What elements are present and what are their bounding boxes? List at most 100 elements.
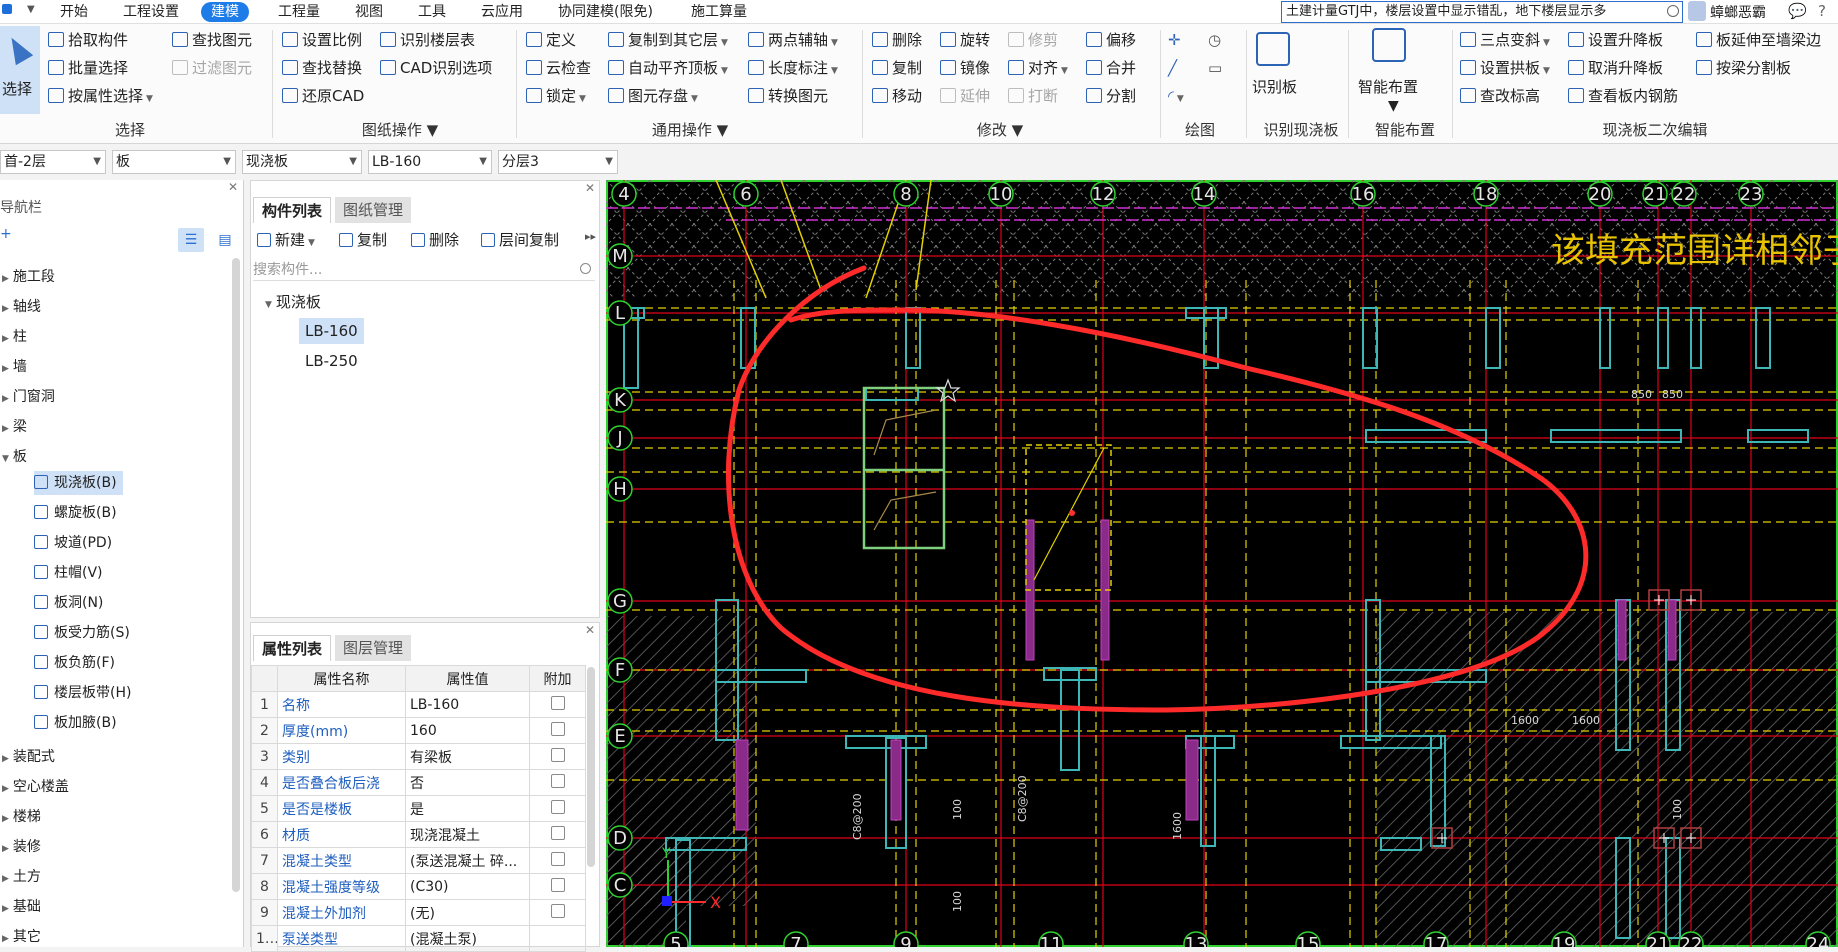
close-icon[interactable]: ✕ bbox=[585, 181, 595, 195]
table-row[interactable]: 10 泵送类型 (混凝土泵) bbox=[251, 925, 586, 952]
extra-checkbox[interactable] bbox=[550, 851, 565, 866]
property-value[interactable]: (混凝土泵) bbox=[405, 925, 530, 952]
extra-checkbox[interactable] bbox=[550, 773, 565, 788]
cad-drawing-canvas[interactable]: 4 6 8 10 12 14 16 18 20 21 22 23 5 7 9 11 13 15 17 19 21 22 24… bbox=[606, 180, 1838, 947]
avatar[interactable] bbox=[1688, 1, 1706, 21]
copy-component-button[interactable]: 复制 bbox=[339, 228, 387, 252]
chat-icon[interactable]: 💬 bbox=[1788, 2, 1807, 20]
more-icon[interactable]: ▸▸ bbox=[585, 230, 596, 243]
copy-button[interactable]: 复制 bbox=[872, 56, 922, 80]
convert-element-button[interactable]: 转换图元 bbox=[748, 84, 828, 108]
draw-arc-button[interactable]: ◜ ▼ bbox=[1168, 84, 1184, 108]
tree-item-lb250[interactable]: LB-250 bbox=[299, 348, 364, 374]
align-button[interactable]: 对齐 ▼ bbox=[1008, 56, 1068, 80]
component-search-input[interactable]: 搜索构件... bbox=[253, 259, 595, 281]
nav-category-earthwork[interactable]: ▶ 土方 bbox=[2, 866, 41, 886]
table-row[interactable]: 9 混凝土外加剂 (无) bbox=[251, 899, 586, 926]
nav-category-beam[interactable]: ▶ 梁 bbox=[2, 416, 27, 436]
nav-category-other[interactable]: ▶ 其它 bbox=[2, 926, 41, 946]
menu-collab[interactable]: 协同建模(限免) bbox=[558, 2, 653, 22]
property-value[interactable]: (泵送混凝土 碎... bbox=[405, 847, 530, 874]
search-icon[interactable] bbox=[580, 263, 591, 274]
recognize-floor-table-button[interactable]: 识别楼层表 bbox=[380, 28, 475, 52]
table-row[interactable]: 4 是否叠合板后浇否 bbox=[251, 769, 586, 796]
menu-project-settings[interactable]: 工程设置 bbox=[123, 2, 179, 22]
tree-item-lb160[interactable]: LB-160 bbox=[299, 318, 364, 344]
restore-cad-button[interactable]: 还原CAD bbox=[282, 84, 364, 108]
draw-rect-button[interactable]: ▭ bbox=[1208, 56, 1222, 80]
extra-checkbox[interactable] bbox=[550, 799, 565, 814]
floor-copy-button[interactable]: 层间复制 bbox=[481, 228, 559, 252]
property-value[interactable]: 有梁板 bbox=[405, 743, 530, 770]
nav-category-hollow-floor[interactable]: ▶ 空心楼盖 bbox=[2, 776, 69, 796]
menu-quantity[interactable]: 工程量 bbox=[278, 2, 320, 22]
table-row[interactable]: 7 混凝土类型 (泵送混凝土 碎... bbox=[251, 847, 586, 874]
type-select[interactable]: 现浇板 ▼ bbox=[242, 150, 362, 174]
extra-checkbox[interactable] bbox=[550, 877, 565, 892]
find-replace-button[interactable]: 查找替换 bbox=[282, 56, 362, 80]
select-button[interactable]: 选择 bbox=[0, 26, 40, 114]
extra-checkbox[interactable] bbox=[550, 695, 565, 710]
break-button[interactable]: 打断 bbox=[1008, 84, 1058, 108]
table-row[interactable]: 2 厚度(mm) 160 bbox=[251, 717, 586, 744]
cancel-raise-slab-button[interactable]: 取消升降板 bbox=[1568, 56, 1663, 80]
menu-tools[interactable]: 工具 bbox=[418, 2, 446, 22]
app-logo-icon[interactable] bbox=[2, 4, 12, 14]
copy-to-floor-button[interactable]: 复制到其它层 ▼ bbox=[608, 28, 728, 52]
three-point-slope-button[interactable]: 三点变斜 ▼ bbox=[1460, 28, 1550, 52]
nav-expand-icon[interactable]: + bbox=[0, 226, 12, 242]
extend-to-wall-button[interactable]: 板延伸至墙梁边 bbox=[1696, 28, 1821, 52]
split-by-beam-button[interactable]: 按梁分割板 bbox=[1696, 56, 1791, 80]
new-component-button[interactable]: 新建 ▼ bbox=[257, 228, 315, 252]
nav-category-stairs[interactable]: ▶ 楼梯 bbox=[2, 806, 41, 826]
set-scale-button[interactable]: 设置比例 bbox=[282, 28, 362, 52]
property-value[interactable]: 现浇混凝土 bbox=[405, 821, 530, 848]
help-icon[interactable]: ? bbox=[1818, 2, 1826, 20]
cad-drawing[interactable]: 4 6 8 10 12 14 16 18 20 21 22 23 5 7 9 11 13 15 17 19 21 22 24… bbox=[606, 180, 1838, 947]
tab-property-list[interactable]: 属性列表 bbox=[253, 635, 332, 661]
nav-category-column[interactable]: ▶ 柱 bbox=[2, 326, 27, 346]
nav-scrollbar[interactable] bbox=[232, 258, 240, 892]
delete-button[interactable]: 删除 bbox=[872, 28, 922, 52]
nav-category-openings[interactable]: ▶ 门窗洞 bbox=[2, 386, 55, 406]
table-row[interactable]: 3 类别 有梁板 bbox=[251, 743, 586, 770]
filter-element-button[interactable]: 过滤图元 bbox=[172, 56, 252, 80]
define-button[interactable]: 定义 bbox=[526, 28, 576, 52]
draw-line-button[interactable]: ╱ bbox=[1168, 56, 1177, 80]
nav-category-decoration[interactable]: ▶ 装修 bbox=[2, 836, 41, 856]
nav-category-axis[interactable]: ▶ 轴线 bbox=[2, 296, 41, 316]
nav-category-foundation[interactable]: ▶ 基础 bbox=[2, 896, 41, 916]
nav-category-segment[interactable]: ▶ 施工段 bbox=[2, 266, 55, 286]
close-icon[interactable]: ✕ bbox=[228, 180, 238, 194]
extra-checkbox[interactable] bbox=[550, 903, 565, 918]
move-button[interactable]: 移动 bbox=[872, 84, 922, 108]
extra-checkbox[interactable] bbox=[550, 721, 565, 736]
table-row[interactable]: 1 名称 LB-160 bbox=[251, 691, 586, 718]
nav-category-slab[interactable]: ▼ 板 bbox=[2, 446, 27, 466]
tab-component-list[interactable]: 构件列表 bbox=[253, 197, 332, 223]
nav-item-slab-haunch[interactable]: 板加腋(B) bbox=[34, 711, 123, 735]
draw-point-button[interactable]: ✛ bbox=[1168, 28, 1181, 52]
username[interactable]: 蟑螂恶霸 bbox=[1710, 2, 1766, 22]
lock-button[interactable]: 锁定 ▼ bbox=[526, 84, 586, 108]
property-value[interactable]: (C30) bbox=[405, 873, 530, 900]
nav-category-wall[interactable]: ▶ 墙 bbox=[2, 356, 27, 376]
delete-component-button[interactable]: 删除 bbox=[411, 228, 459, 252]
tree-root-cast-slab[interactable]: ▼ 现浇板 bbox=[265, 291, 321, 312]
length-mark-button[interactable]: 长度标注 ▼ bbox=[748, 56, 838, 80]
nav-item-floor-band[interactable]: 楼层板带(H) bbox=[34, 681, 137, 705]
nav-item-column-cap[interactable]: 柱帽(V) bbox=[34, 561, 109, 585]
app-menu-caret-icon[interactable]: ▼ bbox=[27, 4, 35, 15]
floor-select[interactable]: 首-2层 ▼ bbox=[0, 150, 106, 174]
category-select[interactable]: 板 ▼ bbox=[112, 150, 236, 174]
mirror-button[interactable]: 镜像 bbox=[940, 56, 990, 80]
extend-button[interactable]: 延伸 bbox=[940, 84, 990, 108]
menu-cloud[interactable]: 云应用 bbox=[481, 2, 523, 22]
rotate-button[interactable]: 旋转 bbox=[940, 28, 990, 52]
table-row[interactable]: 5 是否是楼板是 bbox=[251, 795, 586, 822]
split-button[interactable]: 分割 bbox=[1086, 84, 1136, 108]
extra-checkbox[interactable] bbox=[550, 747, 565, 762]
cloud-check-button[interactable]: 云检查 bbox=[526, 56, 591, 80]
offset-button[interactable]: 偏移 bbox=[1086, 28, 1136, 52]
set-arch-button[interactable]: 设置拱板 ▼ bbox=[1460, 56, 1550, 80]
